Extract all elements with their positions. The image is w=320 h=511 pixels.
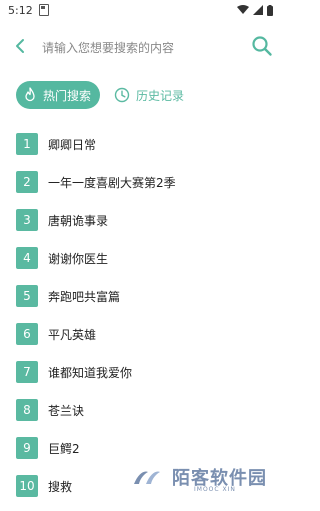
search-input[interactable] [40, 36, 234, 60]
flame-icon [25, 87, 35, 102]
list-item[interactable]: 4 谢谢你医生 [16, 245, 276, 271]
list-item[interactable]: 3 唐朝诡事录 [16, 207, 276, 233]
rank-badge: 7 [16, 361, 38, 383]
back-arrow-icon[interactable] [10, 36, 30, 56]
search-icon[interactable] [250, 34, 274, 58]
rank-badge: 8 [16, 399, 38, 421]
rank-badge: 2 [16, 171, 38, 193]
rank-badge: 3 [16, 209, 38, 231]
list-item-title: 谢谢你医生 [48, 251, 109, 266]
list-item[interactable]: 1 卿卿日常 [16, 131, 276, 157]
list-item[interactable]: 8 苍兰诀 [16, 397, 276, 423]
list-item-title: 唐朝诡事录 [48, 213, 109, 228]
search-tabs: 热门搜索 历史记录 [16, 81, 190, 109]
hot-search-list: 1 卿卿日常 2 一年一度喜剧大赛第2季 3 唐朝诡事录 4 谢谢你医生 5 奔… [16, 131, 276, 511]
tab-hot-search-label: 热门搜索 [43, 88, 92, 103]
status-time: 5:12 [8, 3, 33, 17]
list-item[interactable]: 2 一年一度喜剧大赛第2季 [16, 169, 276, 195]
status-bar: 5:12 [0, 0, 281, 20]
rank-badge: 6 [16, 323, 38, 345]
sim-icon [38, 4, 49, 16]
tab-hot-search[interactable]: 热门搜索 [16, 81, 101, 109]
signal-icon [253, 5, 263, 15]
watermark-subtext: IMOOC XIN [194, 486, 236, 493]
list-item[interactable]: 5 奔跑吧共富篇 [16, 283, 276, 309]
rank-badge: 9 [16, 437, 38, 459]
rank-badge: 4 [16, 247, 38, 269]
battery-icon [267, 4, 273, 16]
watermark-logo-icon [134, 471, 160, 484]
wifi-icon [237, 5, 249, 14]
tab-history[interactable]: 历史记录 [108, 81, 190, 109]
rank-badge: 5 [16, 285, 38, 307]
list-item-title: 奔跑吧共富篇 [48, 289, 121, 304]
list-item-title: 搜救 [48, 479, 73, 494]
clock-icon [114, 87, 130, 103]
list-item-title: 卿卿日常 [48, 137, 97, 152]
list-item-title: 平凡英雄 [48, 327, 97, 342]
list-item-title: 谁都知道我爱你 [48, 365, 133, 380]
watermark: 陌客软件园 IMOOC XIN [130, 464, 267, 493]
status-left: 5:12 [8, 4, 49, 17]
list-item-title: 苍兰诀 [48, 403, 85, 418]
rank-badge: 10 [16, 475, 38, 497]
list-item-title: 一年一度喜剧大赛第2季 [48, 175, 176, 190]
list-item[interactable]: 6 平凡英雄 [16, 321, 276, 347]
status-right [237, 4, 273, 16]
list-item[interactable]: 9 巨鳄2 [16, 435, 276, 461]
rank-badge: 1 [16, 133, 38, 155]
search-bar [0, 30, 281, 64]
list-item-title: 巨鳄2 [48, 441, 80, 456]
list-item[interactable]: 7 谁都知道我爱你 [16, 359, 276, 385]
tab-history-label: 历史记录 [136, 88, 185, 103]
